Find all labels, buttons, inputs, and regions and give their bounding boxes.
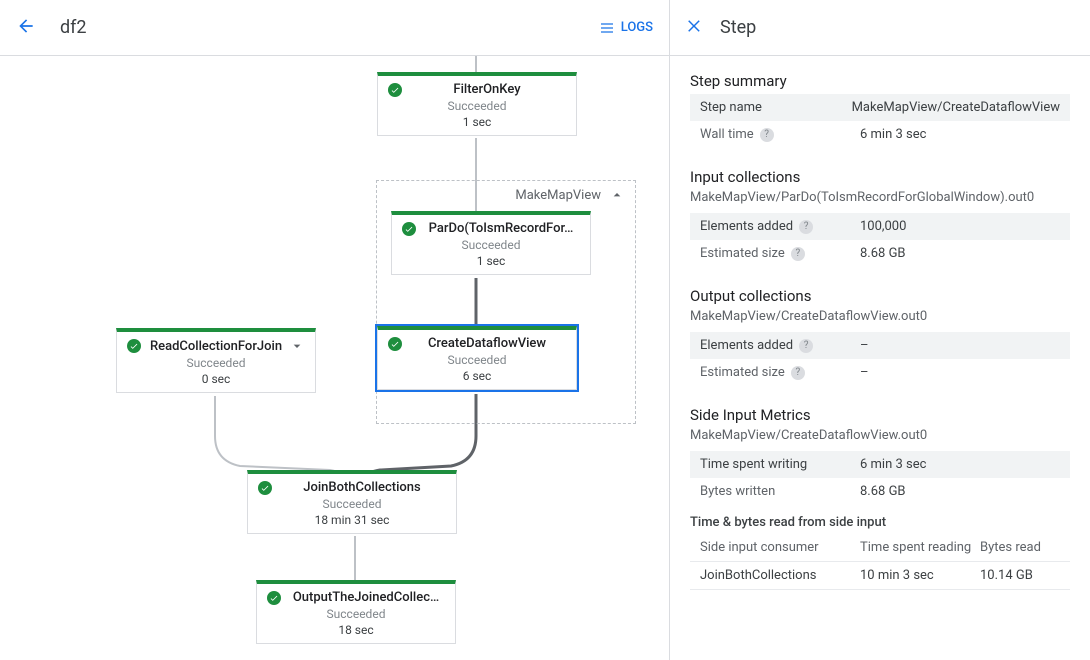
success-icon bbox=[127, 339, 141, 353]
node-readcollection[interactable]: ReadCollectionForJoin Succeeded 0 sec bbox=[116, 328, 316, 393]
chevron-down-icon bbox=[289, 338, 305, 354]
side-table: Side input consumer Time spent reading B… bbox=[690, 534, 1070, 590]
help-icon[interactable]: ? bbox=[760, 128, 774, 142]
output-sub: MakeMapView/CreateDataflowView.out0 bbox=[690, 309, 1070, 324]
kv-row: Elements added?– bbox=[690, 332, 1070, 359]
kv-row: Estimated size?8.68 GB bbox=[690, 240, 1070, 267]
success-icon bbox=[267, 591, 281, 605]
help-icon[interactable]: ? bbox=[799, 339, 813, 353]
th-consumer: Side input consumer bbox=[700, 540, 860, 555]
kv-row: Time spent writing6 min 3 sec bbox=[690, 451, 1070, 478]
logs-icon bbox=[599, 20, 615, 36]
kv-row: Estimated size?– bbox=[690, 359, 1070, 386]
success-icon bbox=[388, 337, 402, 351]
panel-title: Step bbox=[720, 17, 756, 38]
node-createdataflowview[interactable]: CreateDataflowView Succeeded 6 sec bbox=[377, 326, 577, 390]
section-side: Side Input Metrics MakeMapView/CreateDat… bbox=[690, 406, 1070, 590]
side-title: Side Input Metrics bbox=[690, 406, 1070, 424]
section-output: Output collections MakeMapView/CreateDat… bbox=[690, 287, 1070, 386]
table-row: JoinBothCollections10 min 3 sec10.14 GB bbox=[690, 562, 1070, 590]
section-input: Input collections MakeMapView/ParDo(ToIs… bbox=[690, 168, 1070, 267]
input-title: Input collections bbox=[690, 168, 1070, 186]
side-sub: MakeMapView/CreateDataflowView.out0 bbox=[690, 428, 1070, 443]
node-outputjoined[interactable]: OutputTheJoinedCollec… Succeeded 18 sec bbox=[256, 580, 456, 644]
header: df2 LOGS bbox=[0, 0, 669, 56]
success-icon bbox=[258, 481, 272, 495]
kv-row: Wall time?6 min 3 sec bbox=[690, 121, 1070, 148]
success-icon bbox=[402, 222, 416, 236]
back-arrow-icon[interactable] bbox=[16, 16, 36, 40]
help-icon[interactable]: ? bbox=[791, 247, 805, 261]
graph-canvas[interactable]: MakeMapView FilterOnKey Succeeded 1 sec … bbox=[0, 56, 669, 660]
side-table-title: Time & bytes read from side input bbox=[690, 515, 1070, 530]
input-sub: MakeMapView/ParDo(ToIsmRecordForGlobalWi… bbox=[690, 190, 1070, 205]
node-filteronkey[interactable]: FilterOnKey Succeeded 1 sec bbox=[377, 72, 577, 136]
node-pardo[interactable]: ParDo(ToIsmRecordFor… Succeeded 1 sec bbox=[391, 211, 591, 275]
chevron-up-icon bbox=[609, 187, 625, 203]
section-summary: Step summary Step nameMakeMapView/Create… bbox=[690, 72, 1070, 148]
kv-row: Bytes written8.68 GB bbox=[690, 478, 1070, 505]
node-joinbothcollections[interactable]: JoinBothCollections Succeeded 18 min 31 … bbox=[247, 470, 457, 534]
help-icon[interactable]: ? bbox=[799, 220, 813, 234]
details-panel: Step Step summary Step nameMakeMapView/C… bbox=[670, 0, 1090, 660]
job-name: df2 bbox=[60, 17, 87, 38]
th-bytes: Bytes read bbox=[980, 540, 1060, 555]
logs-label: LOGS bbox=[621, 20, 653, 35]
close-icon[interactable] bbox=[686, 17, 704, 39]
summary-title: Step summary bbox=[690, 72, 1070, 90]
group-label[interactable]: MakeMapView bbox=[515, 187, 625, 203]
help-icon[interactable]: ? bbox=[791, 366, 805, 380]
th-time: Time spent reading bbox=[860, 540, 980, 555]
output-title: Output collections bbox=[690, 287, 1070, 305]
graph-pane: df2 LOGS MakeMapView bbox=[0, 0, 670, 660]
logs-button[interactable]: LOGS bbox=[599, 20, 653, 36]
success-icon bbox=[388, 83, 402, 97]
kv-row: Elements added?100,000 bbox=[690, 213, 1070, 240]
kv-row: Step nameMakeMapView/CreateDataflowView bbox=[690, 94, 1070, 121]
